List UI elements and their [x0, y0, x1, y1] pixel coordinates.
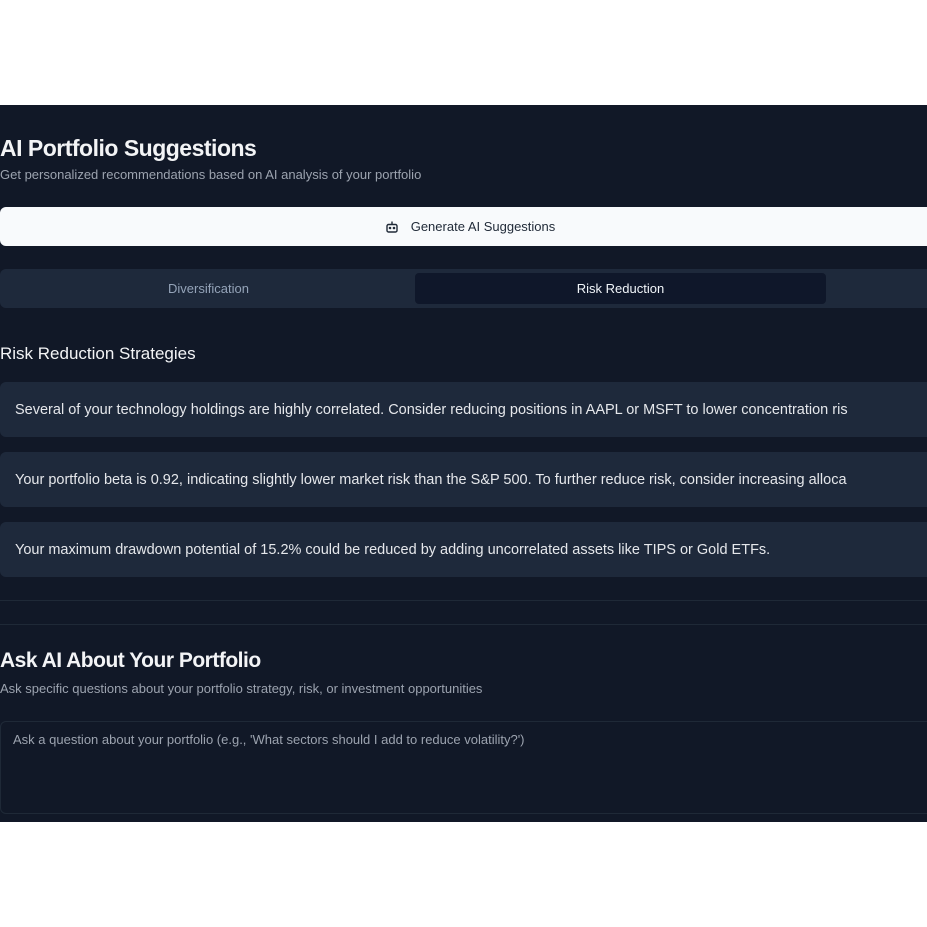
tab-diversification[interactable]: Diversification — [3, 273, 414, 304]
tab-risk-reduction[interactable]: Risk Reduction — [415, 273, 826, 304]
suggestion-card: Several of your technology holdings are … — [0, 382, 927, 437]
page-title: AI Portfolio Suggestions — [0, 135, 257, 161]
divider — [0, 600, 927, 601]
divider — [0, 624, 927, 625]
generate-ai-suggestions-button[interactable]: Generate AI Suggestions — [0, 207, 927, 246]
ask-question-input[interactable] — [0, 721, 927, 814]
page-subtitle: Get personalized recommendations based o… — [0, 167, 422, 182]
ask-ai-subtitle: Ask specific questions about your portfo… — [0, 681, 483, 696]
ask-ai-title: Ask AI About Your Portfolio — [0, 649, 261, 672]
robot-icon — [385, 220, 399, 234]
ai-suggestions-panel: AI Portfolio Suggestions Get personalize… — [0, 105, 927, 822]
generate-button-label: Generate AI Suggestions — [410, 219, 556, 234]
suggestion-card: Your portfolio beta is 0.92, indicating … — [0, 452, 927, 507]
section-title: Risk Reduction Strategies — [0, 344, 196, 363]
suggestion-tabs: Diversification Risk Reduction — [0, 269, 927, 308]
suggestion-card: Your maximum drawdown potential of 15.2%… — [0, 522, 927, 577]
